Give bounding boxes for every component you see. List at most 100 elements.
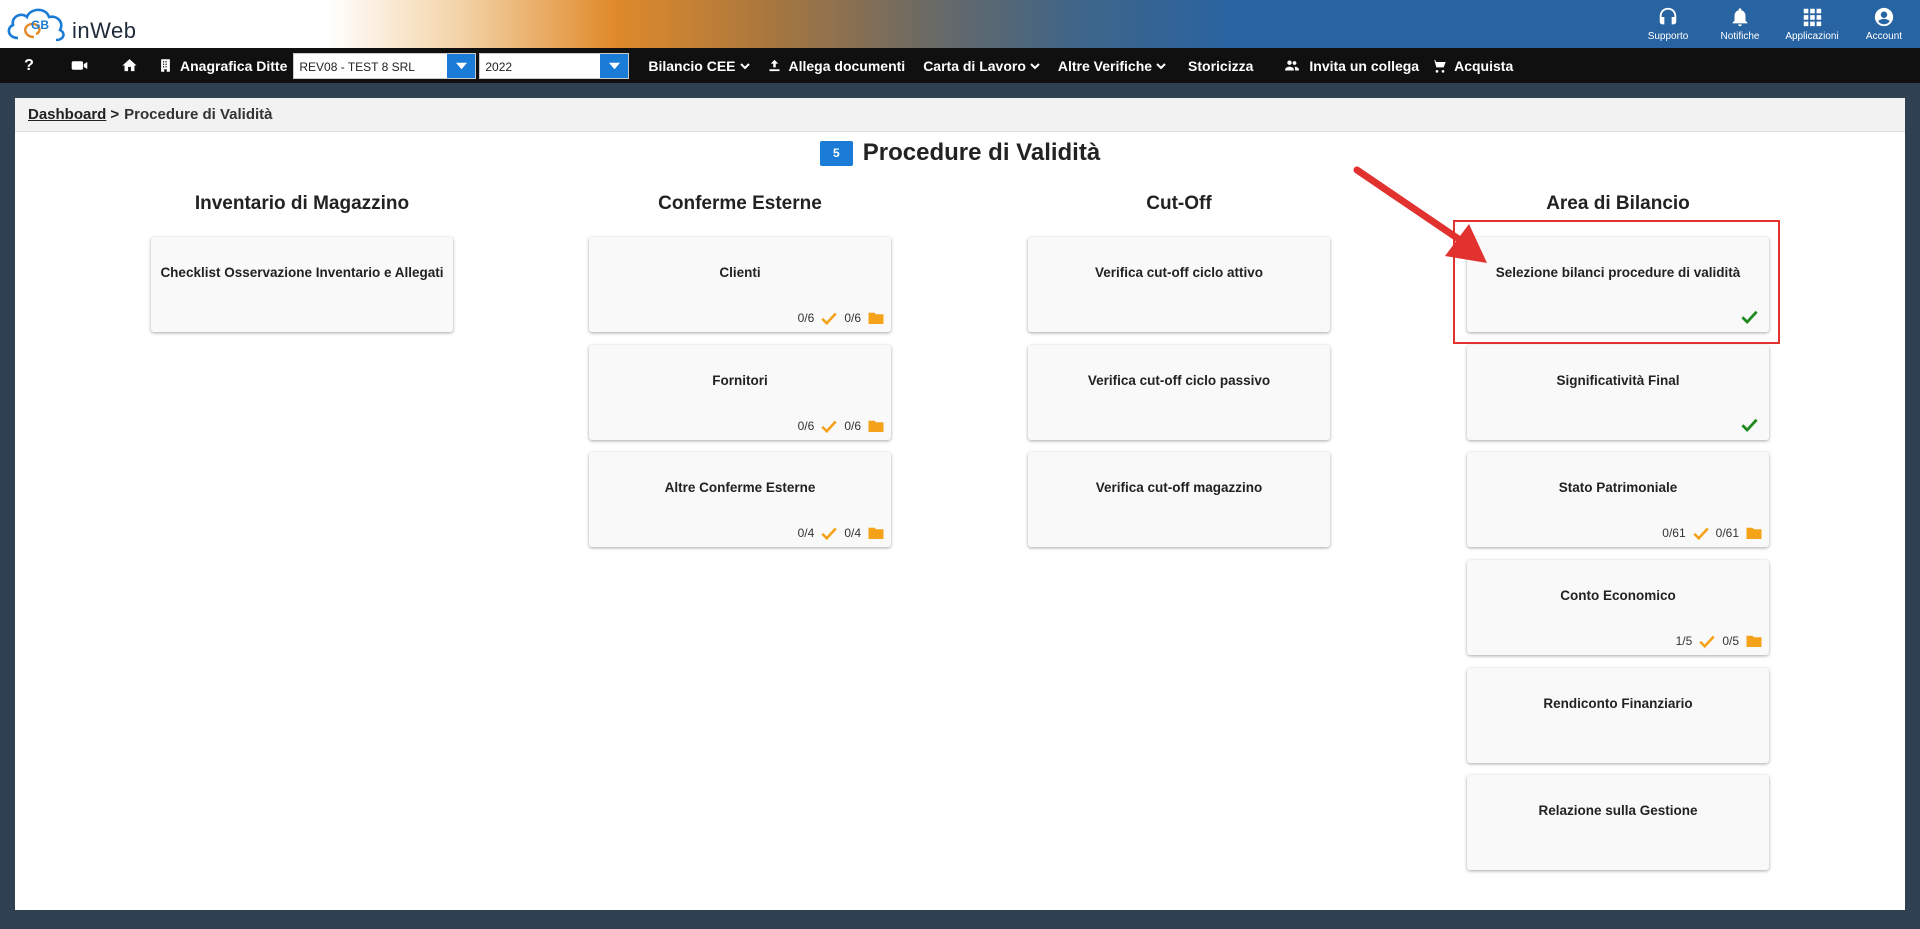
card-stats: 0/6 0/6 — [792, 309, 885, 327]
invita-collega-label: Invita un collega — [1309, 57, 1420, 74]
shopping-cart-icon — [1431, 59, 1446, 73]
card-stats: 0/6 0/6 — [792, 417, 885, 435]
card-cut-off-magazzino[interactable]: Verifica cut-off magazzino — [1028, 452, 1330, 547]
card-title: Checklist Osservazione Inventario e Alle… — [160, 265, 444, 280]
applications-button[interactable]: Applicazioni — [1776, 0, 1848, 48]
files-count: 0/61 — [1715, 526, 1739, 540]
help-button[interactable]: ? — [14, 48, 44, 83]
checkmark-icon — [1699, 635, 1716, 649]
card-cut-off-ciclo-attivo[interactable]: Verifica cut-off ciclo attivo — [1028, 237, 1330, 332]
card-stats: 0/61 0/61 — [1656, 524, 1763, 542]
page-title-text: Procedure di Validità — [862, 139, 1101, 166]
notifications-label: Notifiche — [1720, 31, 1760, 42]
applications-label: Applicazioni — [1785, 31, 1839, 42]
column-heading-cut-off: Cut-Off — [1146, 193, 1212, 214]
altre-verifiche-menu[interactable]: Altre Verifiche — [1058, 58, 1166, 74]
bilancio-cee-label: Bilancio CEE — [648, 57, 736, 74]
company-dropdown-button[interactable] — [447, 53, 476, 78]
support-button[interactable]: Supporto — [1632, 0, 1704, 48]
breadcrumb-current: Procedure di Validità — [124, 106, 273, 123]
caret-down-icon — [608, 62, 620, 69]
company-select-value: REV08 - TEST 8 SRL — [299, 59, 415, 74]
logo-text: inWeb — [72, 18, 137, 43]
allega-documenti-link[interactable]: Allega documenti — [767, 57, 906, 74]
card-clienti[interactable]: Clienti 0/6 0/6 — [589, 237, 891, 332]
checked-count: 0/4 — [797, 526, 815, 540]
home-button[interactable] — [114, 48, 144, 83]
card-altre-conferme-esterne[interactable]: Altre Conferme Esterne 0/4 0/4 — [589, 452, 891, 547]
main-navbar: ? Anagrafica Ditte REV08 - TEST 8 SRL 20… — [0, 48, 1920, 83]
card-conto-economico[interactable]: Conto Economico 1/5 0/5 — [1467, 560, 1769, 655]
folder-icon — [868, 527, 884, 539]
altre-verifiche-label: Altre Verifiche — [1057, 57, 1153, 74]
storicizza-link[interactable]: Storicizza — [1188, 58, 1253, 74]
storicizza-label: Storicizza — [1188, 57, 1254, 74]
card-title: Altre Conferme Esterne — [664, 480, 816, 495]
card-title: Rendiconto Finanziario — [1543, 696, 1693, 711]
files-count: 0/5 — [1722, 634, 1739, 648]
logo-mark: GB — [31, 18, 49, 32]
highlight-box — [1453, 220, 1780, 344]
allega-documenti-label: Allega documenti — [788, 57, 906, 74]
notifications-button[interactable]: Notifiche — [1704, 0, 1776, 48]
checkmark-icon — [821, 527, 838, 541]
page-title: 5 Procedure di Validità — [15, 139, 1905, 167]
annotation-arrow-icon — [1353, 166, 1487, 263]
card-cut-off-ciclo-passivo[interactable]: Verifica cut-off ciclo passivo — [1028, 345, 1330, 440]
year-select[interactable]: 2022 — [479, 52, 630, 79]
checked-count: 0/6 — [797, 419, 815, 433]
card-title: Verifica cut-off ciclo attivo — [1094, 265, 1264, 280]
card-checklist-inventario[interactable]: Checklist Osservazione Inventario e Alle… — [151, 237, 453, 332]
column-heading-area-di-bilancio: Area di Bilancio — [1546, 193, 1690, 214]
folder-icon — [868, 312, 884, 324]
card-title: Significatività Final — [1556, 373, 1680, 388]
invita-collega-link[interactable]: Invita un collega — [1283, 58, 1419, 74]
bilancio-cee-menu[interactable]: Bilancio CEE — [648, 57, 750, 74]
card-title: Verifica cut-off magazzino — [1095, 480, 1263, 495]
card-stats: 0/4 0/4 — [792, 524, 885, 542]
card-fornitori[interactable]: Fornitori 0/6 0/6 — [589, 345, 891, 440]
card-title: Clienti — [719, 265, 761, 280]
content-panel: Dashboard > Procedure di Validità 5 Proc… — [15, 98, 1905, 910]
headset-icon — [1659, 7, 1677, 25]
anagrafica-label: Anagrafica Ditte — [180, 57, 288, 74]
checked-count: 0/6 — [797, 311, 815, 325]
caret-down-icon — [455, 62, 467, 69]
card-rendiconto-finanziario[interactable]: Rendiconto Finanziario — [1467, 668, 1769, 763]
checkmark-icon — [821, 420, 838, 434]
card-title: Relazione sulla Gestione — [1538, 803, 1698, 818]
support-label: Supporto — [1647, 31, 1689, 42]
apps-grid-icon — [1803, 8, 1822, 27]
card-title: Conto Economico — [1560, 588, 1676, 603]
app-logo[interactable]: GB inWeb — [4, 4, 136, 44]
account-button[interactable]: Account — [1848, 0, 1920, 48]
folder-icon — [1746, 635, 1762, 647]
cloud-logo-icon: GB — [7, 8, 65, 42]
card-stato-patrimoniale[interactable]: Stato Patrimoniale 0/61 0/61 — [1467, 452, 1769, 547]
year-select-value: 2022 — [485, 59, 513, 74]
chevron-down-icon — [1156, 62, 1166, 69]
users-icon — [1285, 60, 1300, 71]
video-button[interactable] — [64, 48, 94, 83]
checkmark-icon — [1692, 527, 1709, 541]
acquista-link[interactable]: Acquista — [1431, 58, 1513, 74]
year-dropdown-button[interactable] — [600, 53, 629, 78]
user-circle-icon — [1874, 7, 1894, 27]
carta-di-lavoro-menu[interactable]: Carta di Lavoro — [923, 58, 1040, 74]
breadcrumb: Dashboard > Procedure di Validità — [15, 98, 1905, 132]
chevron-down-icon — [1030, 62, 1040, 69]
top-actions: Supporto Notifiche Applicazioni Account — [1632, 0, 1920, 48]
breadcrumb-dashboard-link[interactable]: Dashboard — [28, 106, 106, 123]
card-significativita-final[interactable]: Significatività Final — [1467, 345, 1769, 440]
acquista-label: Acquista — [1454, 57, 1514, 74]
carta-di-lavoro-label: Carta di Lavoro — [923, 57, 1026, 74]
company-select[interactable]: REV08 - TEST 8 SRL — [293, 52, 477, 79]
checkmark-icon — [821, 312, 838, 326]
home-icon — [121, 59, 137, 72]
card-relazione-sulla-gestione[interactable]: Relazione sulla Gestione — [1467, 775, 1769, 870]
checked-count: 0/61 — [1662, 526, 1686, 540]
anagrafica-ditte-link[interactable]: Anagrafica Ditte — [158, 58, 287, 74]
building-icon — [161, 59, 170, 72]
column-heading-inventario: Inventario di Magazzino — [194, 193, 410, 214]
folder-icon — [1746, 527, 1762, 539]
